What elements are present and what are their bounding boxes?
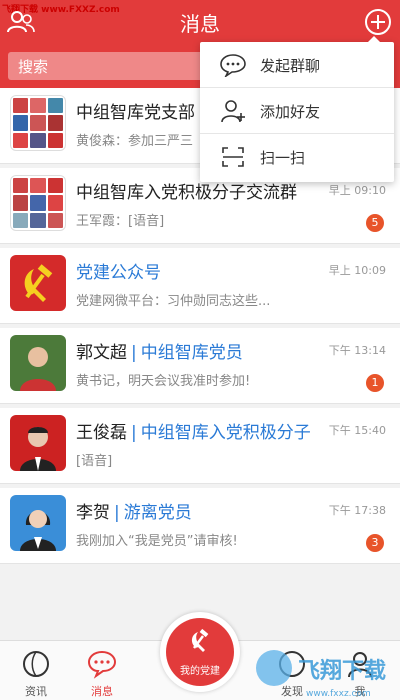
- conversation-name: 郭文超 | 中组智库党员: [76, 343, 243, 363]
- conversation-preview: [语音]: [76, 454, 113, 469]
- conversation-name: 中组智库党支部: [76, 103, 195, 123]
- center-button-label: 我的党建: [180, 666, 220, 677]
- hammer-sickle-icon: [24, 264, 53, 302]
- conversation-item[interactable]: 党建公众号 党建网微平台：习仲勋同志这些... 早上 10:09: [0, 248, 400, 324]
- conversation-preview: 黄书记，明天会议我准时参加!: [76, 374, 251, 389]
- conversation-time: 下午 17:38: [328, 504, 386, 517]
- group-avatar: [10, 95, 66, 151]
- watermark-logo: 飞翔下载 www.fxxz.com: [256, 650, 386, 699]
- svg-text:飞翔下载: 飞翔下载: [298, 658, 386, 684]
- conversation-item[interactable]: 李贺 | 游离党员 我刚加入“我是党员”请审核! 下午 17:38 3: [0, 488, 400, 564]
- conversation-time: 早上 09:10: [328, 184, 386, 197]
- conversation-time: 下午 15:40: [328, 424, 386, 437]
- conversation-preview: 黄俊森：参加三严三: [76, 134, 194, 149]
- conversation-preview: 我刚加入“我是党员”请审核!: [76, 534, 238, 549]
- top-bar: 飞翔下载 www.FXXZ.com 消息: [0, 0, 400, 44]
- my-party-building-button[interactable]: 我的党建: [160, 612, 240, 692]
- unread-badge: 1: [366, 374, 384, 392]
- scan-icon: [222, 147, 244, 167]
- menu-item-label: 扫一扫: [260, 149, 306, 167]
- page-title: 消息: [180, 12, 220, 36]
- tab-messages[interactable]: 消息: [72, 641, 132, 700]
- message-icon: [87, 650, 117, 679]
- chat-bubble-icon: [220, 54, 246, 77]
- conversation-time: 下午 13:14: [328, 344, 386, 357]
- conversation-item[interactable]: 王俊磊 | 中组智库入党积极分子 [语音] 下午 15:40: [0, 408, 400, 484]
- plus-dropdown-menu: 发起群聊 添加好友 扫一扫: [200, 36, 394, 182]
- party-emblem-avatar: [10, 255, 66, 311]
- svg-text:www.fxxz.com: www.fxxz.com: [306, 689, 371, 699]
- conversation-name: 党建公众号: [76, 263, 161, 283]
- add-user-icon: [221, 100, 245, 123]
- conversation-item[interactable]: 郭文超 | 中组智库党员 黄书记，明天会议我准时参加! 下午 13:14 1: [0, 328, 400, 404]
- conversation-name: 王俊磊 | 中组智库入党积极分子: [76, 423, 311, 443]
- menu-item-label: 添加好友: [260, 103, 321, 121]
- search-placeholder: 搜索: [18, 58, 49, 76]
- menu-item-label: 发起群聊: [260, 57, 321, 75]
- unread-badge: 5: [366, 214, 384, 232]
- group-avatar: [10, 175, 66, 231]
- add-plus-icon[interactable]: [364, 8, 392, 36]
- conversation-preview: 王军霞：[语音]: [76, 214, 165, 229]
- conversation-name: 李贺 | 游离党员: [76, 503, 192, 523]
- center-button-face: 我的党建: [166, 618, 234, 686]
- conversation-preview: 党建网微平台：习仲勋同志这些...: [76, 294, 271, 309]
- user-avatar: [10, 335, 66, 391]
- menu-item-start-group-chat[interactable]: 发起群聊: [200, 42, 394, 88]
- user-avatar: [10, 495, 66, 551]
- conversation-time: 早上 10:09: [328, 264, 386, 277]
- menu-item-scan[interactable]: 扫一扫: [200, 134, 394, 180]
- menu-item-add-friend[interactable]: 添加好友: [200, 88, 394, 134]
- tab-label: 资讯: [25, 685, 47, 698]
- party-emblem-icon: [191, 628, 209, 652]
- news-icon: [23, 651, 49, 677]
- tab-news[interactable]: 资讯: [6, 641, 66, 700]
- user-avatar: [10, 415, 66, 471]
- unread-badge: 3: [366, 534, 384, 552]
- tab-label: 消息: [91, 685, 113, 698]
